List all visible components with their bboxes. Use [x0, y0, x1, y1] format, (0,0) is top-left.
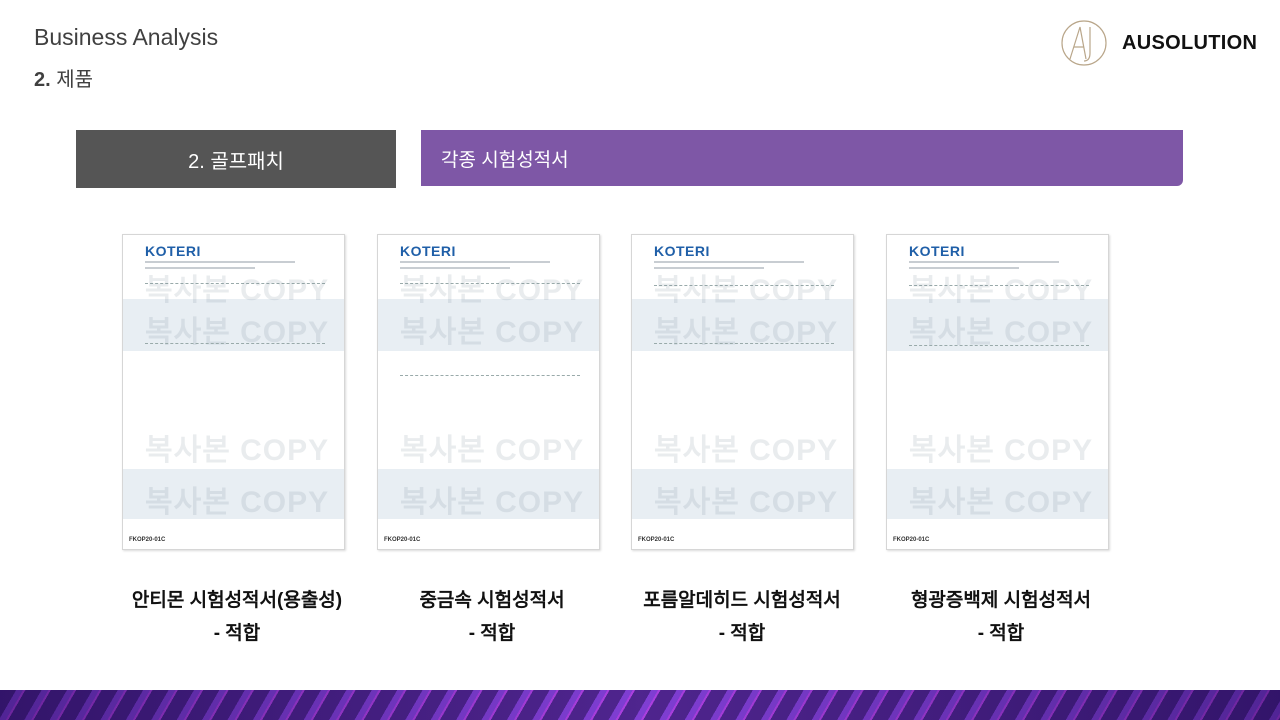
- title-box: 각종 시험성적서: [421, 130, 1183, 186]
- document-caption: 중금속 시험성적서 - 적합: [362, 584, 622, 650]
- au-monogram-icon: [1061, 20, 1107, 66]
- watermark: 복사본 COPY: [145, 434, 330, 467]
- test-report-image: KOTERI 복사본 COPY 복사본 COPY 복사본 COPY 복사본 CO…: [631, 234, 854, 550]
- section-label: 제품: [56, 69, 94, 91]
- category-label: 2. 골프패치: [188, 150, 284, 173]
- test-report-image: KOTERI 복사본 COPY 복사본 COPY 복사본 COPY 복사본 CO…: [377, 234, 600, 550]
- section-heading: 2. 제품: [34, 63, 93, 92]
- watermark: 복사본 COPY: [654, 434, 839, 467]
- watermark: 복사본 COPY: [400, 486, 585, 519]
- caption-title: 형광증백제 시험성적서: [910, 590, 1092, 611]
- caption-result: - 적합: [718, 623, 766, 644]
- doc-logo: KOTERI: [400, 243, 456, 259]
- caption-result: - 적합: [468, 623, 516, 644]
- category-box: 2. 골프패치: [76, 130, 396, 188]
- caption-title: 안티몬 시험성적서(용출성): [131, 590, 343, 611]
- title-box-label: 각종 시험성적서: [441, 149, 569, 171]
- doc-logo: KOTERI: [909, 243, 965, 259]
- doc-logo: KOTERI: [654, 243, 710, 259]
- watermark: 복사본 COPY: [654, 274, 839, 307]
- page-title: Business Analysis: [34, 24, 219, 50]
- doc-code: FKOP20-01C: [893, 537, 930, 543]
- watermark: 복사본 COPY: [654, 486, 839, 519]
- caption-title: 포름알데히드 시험성적서: [643, 590, 841, 611]
- watermark: 복사본 COPY: [909, 274, 1094, 307]
- doc-code: FKOP20-01C: [638, 537, 675, 543]
- watermark: 복사본 COPY: [654, 316, 839, 349]
- document-caption: 포름알데히드 시험성적서 - 적합: [612, 584, 872, 650]
- section-number: 2.: [34, 69, 51, 91]
- caption-result: - 적합: [977, 623, 1025, 644]
- watermark: 복사본 COPY: [909, 486, 1094, 519]
- watermark: 복사본 COPY: [400, 274, 585, 307]
- doc-logo: KOTERI: [145, 243, 201, 259]
- doc-code: FKOP20-01C: [384, 537, 421, 543]
- watermark: 복사본 COPY: [400, 316, 585, 349]
- test-report-image: KOTERI 복사본 COPY 복사본 COPY 복사본 COPY 복사본 CO…: [886, 234, 1109, 550]
- company-logo: AUSOLUTION: [1060, 18, 1260, 68]
- doc-code: FKOP20-01C: [129, 537, 166, 543]
- watermark: 복사본 COPY: [145, 486, 330, 519]
- decorative-footer-bar: [0, 690, 1280, 720]
- document-caption: 형광증백제 시험성적서 - 적합: [871, 584, 1131, 650]
- caption-title: 중금속 시험성적서: [419, 590, 565, 611]
- watermark: 복사본 COPY: [145, 316, 330, 349]
- watermark: 복사본 COPY: [145, 274, 330, 307]
- document-caption: 안티몬 시험성적서(용출성) - 적합: [107, 584, 367, 650]
- test-report-image: KOTERI 복사본 COPY 복사본 COPY 복사본 COPY 복사본 CO…: [122, 234, 345, 550]
- watermark: 복사본 COPY: [909, 434, 1094, 467]
- logo-text: AUSOLUTION: [1122, 31, 1258, 54]
- watermark: 복사본 COPY: [400, 434, 585, 467]
- caption-result: - 적합: [213, 623, 261, 644]
